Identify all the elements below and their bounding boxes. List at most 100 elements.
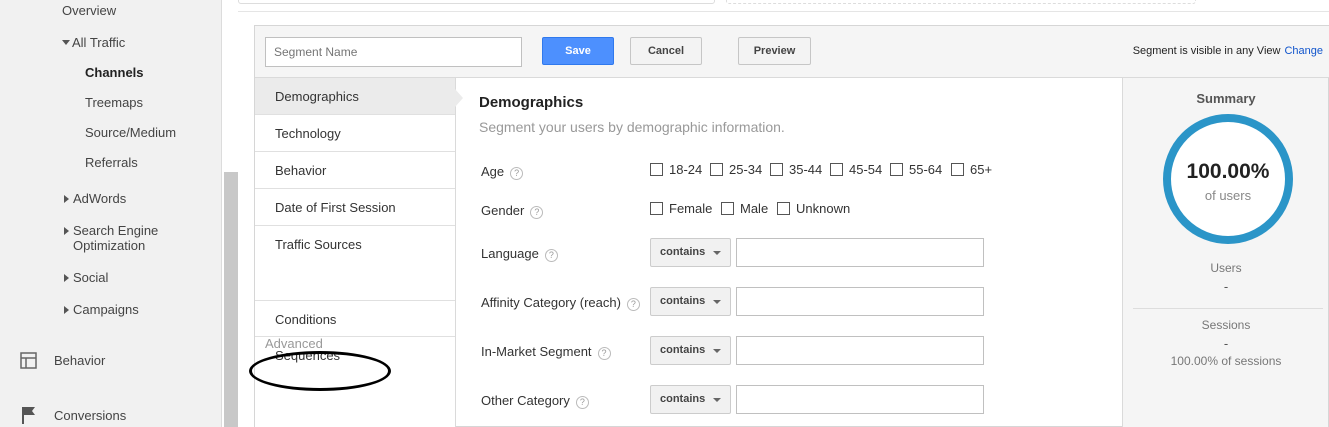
age-45-54-checkbox[interactable]: 45-54 bbox=[830, 162, 882, 177]
gender-label-text: Gender bbox=[481, 203, 525, 218]
age-55-64-checkbox[interactable]: 55-64 bbox=[890, 162, 942, 177]
age-25-34-checkbox[interactable]: 25-34 bbox=[710, 162, 762, 177]
gender-female-checkbox[interactable]: Female bbox=[650, 201, 712, 216]
dropdown-caret-icon bbox=[713, 300, 721, 304]
gender-male-checkbox[interactable]: Male bbox=[721, 201, 768, 216]
in-market-value-input[interactable] bbox=[736, 336, 984, 365]
checkbox-box bbox=[951, 163, 964, 176]
summary-panel: Summary 100.00% of users Users - Session… bbox=[1122, 78, 1328, 427]
demographics-panel: Demographics Segment your users by demog… bbox=[457, 78, 1122, 427]
nav-scrollbar-thumb[interactable] bbox=[224, 172, 238, 427]
nav-conversions[interactable]: Conversions bbox=[54, 408, 126, 423]
segment-builder: Save Cancel Preview Segment is visible i… bbox=[249, 25, 1329, 427]
top-strip bbox=[238, 0, 1329, 12]
checkbox-label: 45-54 bbox=[849, 162, 883, 177]
checkbox-box bbox=[650, 163, 663, 176]
category-technology[interactable]: Technology bbox=[255, 115, 455, 152]
affinity-value-input[interactable] bbox=[736, 287, 984, 316]
dropdown-caret-icon bbox=[713, 251, 721, 255]
checkbox-label: 55-64 bbox=[909, 162, 943, 177]
save-button[interactable]: Save bbox=[542, 37, 614, 65]
checkbox-box bbox=[830, 163, 843, 176]
age-label: Age? bbox=[481, 164, 524, 180]
panel-title: Demographics bbox=[479, 94, 584, 111]
change-visibility-link[interactable]: Change bbox=[1284, 45, 1323, 57]
cancel-button[interactable]: Cancel bbox=[630, 37, 702, 65]
checkbox-box bbox=[650, 202, 663, 215]
flag-icon bbox=[22, 407, 35, 424]
category-date-of-first-session[interactable]: Date of First Session bbox=[255, 189, 455, 226]
age-label-text: Age bbox=[481, 164, 505, 179]
segment-name-input[interactable] bbox=[265, 37, 522, 67]
other-category-value-input[interactable] bbox=[736, 385, 984, 414]
checkbox-box bbox=[710, 163, 723, 176]
collapsed-caret-icon bbox=[64, 195, 69, 203]
checkbox-box bbox=[777, 202, 790, 215]
language-label-text: Language bbox=[481, 246, 539, 261]
category-conditions[interactable]: Conditions bbox=[255, 300, 455, 337]
preview-button[interactable]: Preview bbox=[738, 37, 811, 65]
nav-overview[interactable]: Overview bbox=[62, 3, 116, 18]
language-label: Language? bbox=[481, 246, 558, 262]
nav-social[interactable]: Social bbox=[73, 270, 108, 285]
nav-all-traffic-label: All Traffic bbox=[72, 35, 126, 50]
checkbox-label: Unknown bbox=[796, 201, 851, 216]
other-category-label: Other Category? bbox=[481, 393, 589, 409]
other-label-text: Other Category bbox=[481, 393, 570, 408]
help-icon[interactable]: ? bbox=[544, 249, 558, 262]
gender-unknown-checkbox[interactable]: Unknown bbox=[777, 201, 850, 216]
language-match-dropdown[interactable]: contains bbox=[650, 238, 731, 267]
dropdown-caret-icon bbox=[713, 349, 721, 353]
help-icon[interactable]: ? bbox=[597, 347, 611, 360]
dropdown-caret-icon bbox=[713, 398, 721, 402]
users-value: - bbox=[1223, 279, 1229, 294]
category-demographics[interactable]: Demographics bbox=[255, 78, 455, 115]
users-label: Users bbox=[1210, 261, 1242, 275]
help-icon[interactable]: ? bbox=[530, 206, 544, 219]
collapsed-caret-icon bbox=[64, 306, 69, 314]
nav-all-traffic[interactable]: All Traffic bbox=[62, 35, 125, 50]
top-field-left bbox=[238, 0, 715, 4]
top-field-right bbox=[726, 0, 1196, 4]
checkbox-box bbox=[770, 163, 783, 176]
users-percentage: 100.00% bbox=[1186, 160, 1270, 183]
help-icon[interactable]: ? bbox=[626, 298, 640, 311]
category-behavior[interactable]: Behavior bbox=[255, 152, 455, 189]
affinity-label-text: Affinity Category (reach) bbox=[481, 295, 621, 310]
visibility-info: Segment is visible in any View Change bbox=[1133, 45, 1323, 57]
in-market-match-dropdown[interactable]: contains bbox=[650, 336, 731, 365]
help-icon[interactable]: ? bbox=[575, 396, 589, 409]
layout-icon bbox=[20, 352, 37, 369]
in-market-segment-label: In-Market Segment? bbox=[481, 344, 611, 360]
panel-subtitle: Segment your users by demographic inform… bbox=[479, 119, 785, 135]
nav-search-engine-optimization[interactable]: Search Engine Optimization bbox=[73, 223, 158, 253]
users-percentage-caption: of users bbox=[1204, 188, 1252, 203]
summary-title: Summary bbox=[1196, 91, 1256, 106]
affinity-match-dropdown[interactable]: contains bbox=[650, 287, 731, 316]
nav-treemaps[interactable]: Treemaps bbox=[85, 95, 143, 110]
visibility-text: Segment is visible in any View bbox=[1132, 45, 1281, 57]
help-icon[interactable]: ? bbox=[510, 167, 524, 180]
checkbox-box bbox=[890, 163, 903, 176]
age-65-plus-checkbox[interactable]: 65+ bbox=[951, 162, 992, 177]
nav-referrals[interactable]: Referrals bbox=[85, 155, 138, 170]
nav-campaigns[interactable]: Campaigns bbox=[73, 302, 139, 317]
category-traffic-sources[interactable]: Traffic Sources bbox=[255, 226, 455, 263]
in-market-label-text: In-Market Segment bbox=[481, 344, 592, 359]
collapsed-caret-icon bbox=[64, 274, 69, 282]
checkbox-label: 35-44 bbox=[789, 162, 823, 177]
age-18-24-checkbox[interactable]: 18-24 bbox=[650, 162, 702, 177]
sessions-label: Sessions bbox=[1201, 318, 1251, 332]
nav-adwords[interactable]: AdWords bbox=[73, 191, 126, 206]
dropdown-value: contains bbox=[660, 295, 706, 307]
nav-seo-line2: Optimization bbox=[73, 238, 146, 253]
other-category-match-dropdown[interactable]: contains bbox=[650, 385, 731, 414]
checkbox-label: 18-24 bbox=[669, 162, 703, 177]
segment-toolbar: Save Cancel Preview Segment is visible i… bbox=[255, 26, 1329, 78]
age-35-44-checkbox[interactable]: 35-44 bbox=[770, 162, 822, 177]
language-value-input[interactable] bbox=[736, 238, 984, 267]
nav-behavior[interactable]: Behavior bbox=[54, 353, 105, 368]
nav-source-medium[interactable]: Source/Medium bbox=[85, 125, 176, 140]
nav-channels[interactable]: Channels bbox=[85, 65, 144, 80]
expanded-caret-icon bbox=[62, 40, 70, 45]
